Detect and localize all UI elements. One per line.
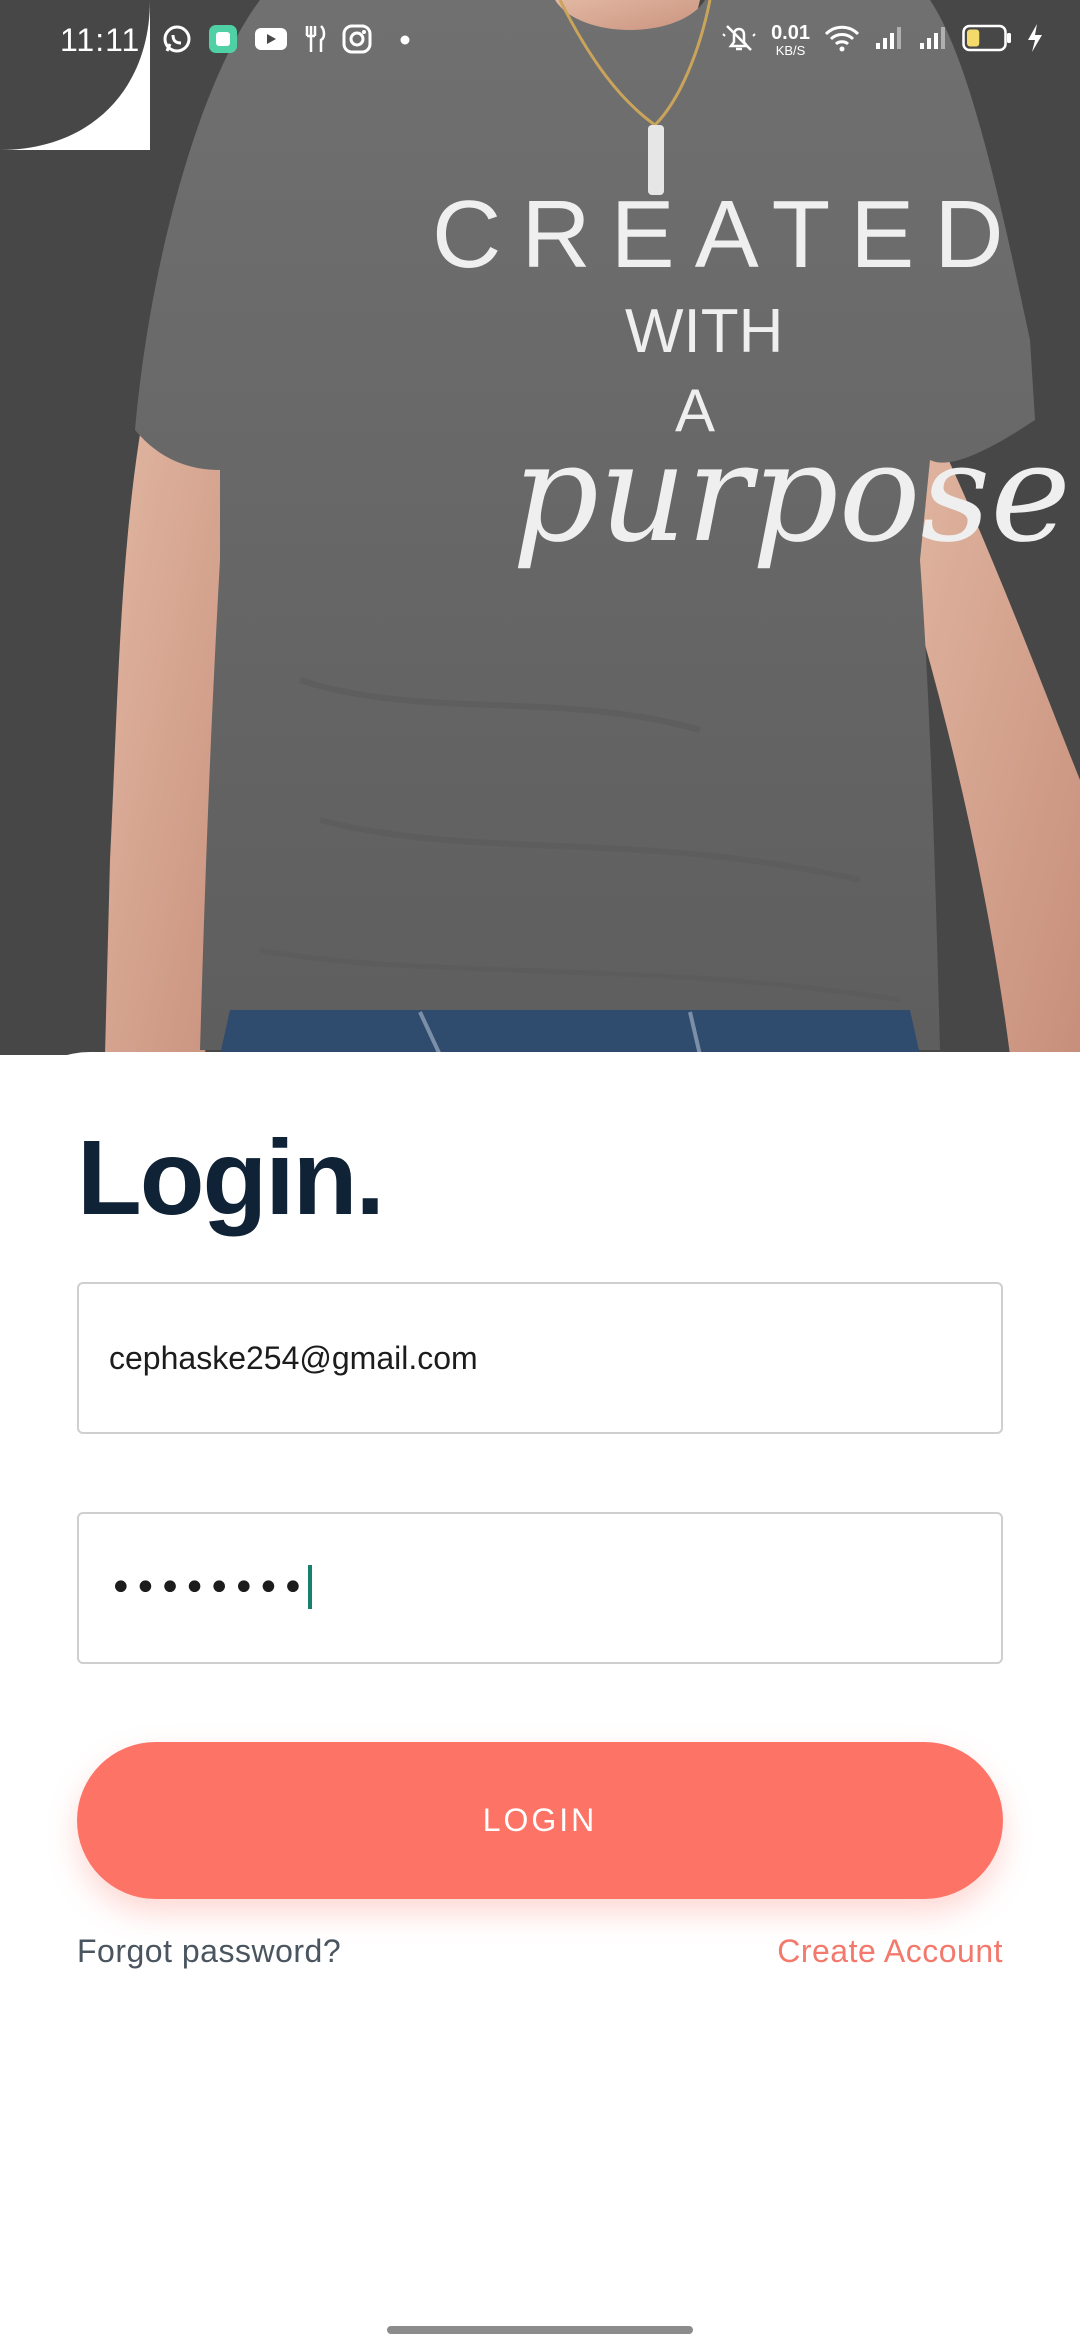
password-mask: •••••••• (109, 1565, 306, 1611)
network-speed: 0.01 KB/S (771, 23, 810, 57)
whatsapp-icon (162, 24, 192, 59)
restaurant-icon (304, 24, 326, 59)
signal-icon (918, 25, 948, 56)
text-cursor (307, 1565, 312, 1609)
password-field[interactable]: •••••••• (77, 1512, 1003, 1664)
silent-icon (721, 22, 757, 59)
login-button[interactable]: LOGIN (77, 1742, 1003, 1899)
hero-image: CREATED WITH A purpose (0, 0, 1080, 1055)
charging-icon (1026, 23, 1044, 58)
email-value[interactable]: cephaske254@gmail.com (109, 1284, 478, 1432)
email-field[interactable]: cephaske254@gmail.com (77, 1282, 1003, 1434)
password-value[interactable]: •••••••• (109, 1514, 312, 1662)
shirt-text-line2: WITH (625, 297, 784, 366)
signal-icon (874, 25, 904, 56)
shirt-text-line4: purpose (512, 415, 1071, 573)
notification-icons (162, 24, 410, 58)
system-icons: 0.01 KB/S (721, 20, 1044, 60)
shirt-print: CREATED WITH A purpose (0, 0, 1080, 1055)
battery-icon (962, 24, 1012, 57)
status-time: 11:11 (60, 22, 141, 58)
dot-icon (400, 32, 410, 50)
forgot-password-link[interactable]: Forgot password? (77, 1933, 341, 1970)
instagram-icon (342, 24, 372, 59)
home-indicator[interactable] (387, 2326, 693, 2334)
create-account-link[interactable]: Create Account (777, 1933, 1003, 1970)
page-title: Login. (77, 1119, 385, 1237)
app-icon (208, 24, 238, 59)
network-speed-unit: KB/S (775, 43, 806, 58)
wifi-icon (824, 24, 860, 57)
shirt-text-line1: CREATED (432, 181, 1024, 288)
login-screen: CREATED WITH A purpose 11:11 0.01 KB/S L… (0, 0, 1080, 2340)
status-bar: 11:11 0.01 KB/S (0, 0, 1080, 80)
network-speed-value: 0.01 (771, 22, 810, 44)
youtube-icon (254, 26, 288, 57)
login-card (0, 1052, 1080, 2340)
